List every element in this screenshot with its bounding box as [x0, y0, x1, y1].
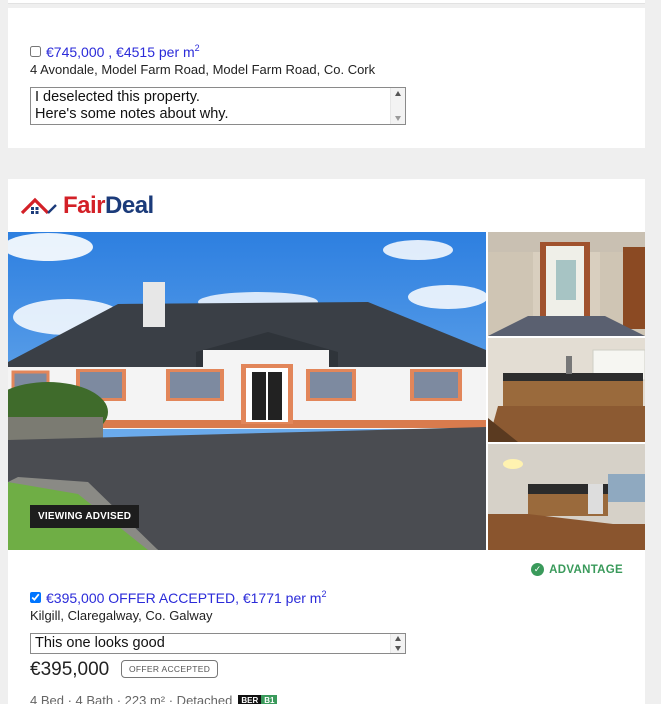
scroll-up-icon[interactable] [395, 636, 401, 641]
price-link[interactable]: €745,000 , €4515 per m2 [46, 43, 200, 60]
ber-rating: BER B1 [238, 695, 278, 704]
previous-card-edge [8, 0, 645, 4]
thumbnail-kitchen[interactable] [488, 338, 645, 442]
listing-price: €395,000 [30, 659, 110, 680]
notes-scrollbar[interactable] [390, 634, 405, 653]
thumbnail-hallway[interactable] [488, 232, 645, 336]
property-address: 4 Avondale, Model Farm Road, Model Farm … [30, 62, 376, 77]
property-card-selected: FairDeal VIEWING ADVISED ✓ ADVANTAGE €39… [8, 179, 645, 704]
select-row: €395,000 OFFER ACCEPTED, €1771 per m2 [30, 589, 326, 606]
select-checkbox[interactable] [30, 592, 41, 603]
scroll-down-icon[interactable] [395, 646, 401, 651]
property-address: Kilgill, Claregalway, Co. Galway [30, 608, 213, 623]
agent-logo: FairDeal [20, 192, 154, 220]
property-card-deselected: €745,000 , €4515 per m2 4 Avondale, Mode… [8, 8, 645, 148]
advantage-label: ✓ ADVANTAGE [531, 563, 623, 576]
notes-scrollbar[interactable] [390, 88, 405, 124]
property-specs: 4 Bed · 4 Bath · 223 m² · Detached BER B1 [30, 693, 278, 704]
viewing-advised-badge: VIEWING ADVISED [30, 505, 140, 528]
check-circle-icon: ✓ [531, 563, 545, 576]
select-checkbox[interactable] [30, 46, 41, 57]
scroll-down-icon[interactable] [395, 116, 401, 121]
price-link[interactable]: €395,000 OFFER ACCEPTED, €1771 per m2 [46, 589, 326, 606]
thumbnail-kitchen-island[interactable] [488, 444, 645, 550]
main-property-photo[interactable] [8, 232, 486, 550]
notes-textarea[interactable]: I deselected this property. Here's some … [30, 87, 406, 125]
offer-status-tag: OFFER ACCEPTED [121, 660, 219, 678]
select-row: €745,000 , €4515 per m2 [30, 43, 200, 60]
house-roof-icon [20, 197, 57, 215]
notes-textarea[interactable]: This one looks good [30, 633, 406, 654]
scroll-up-icon[interactable] [395, 91, 401, 96]
